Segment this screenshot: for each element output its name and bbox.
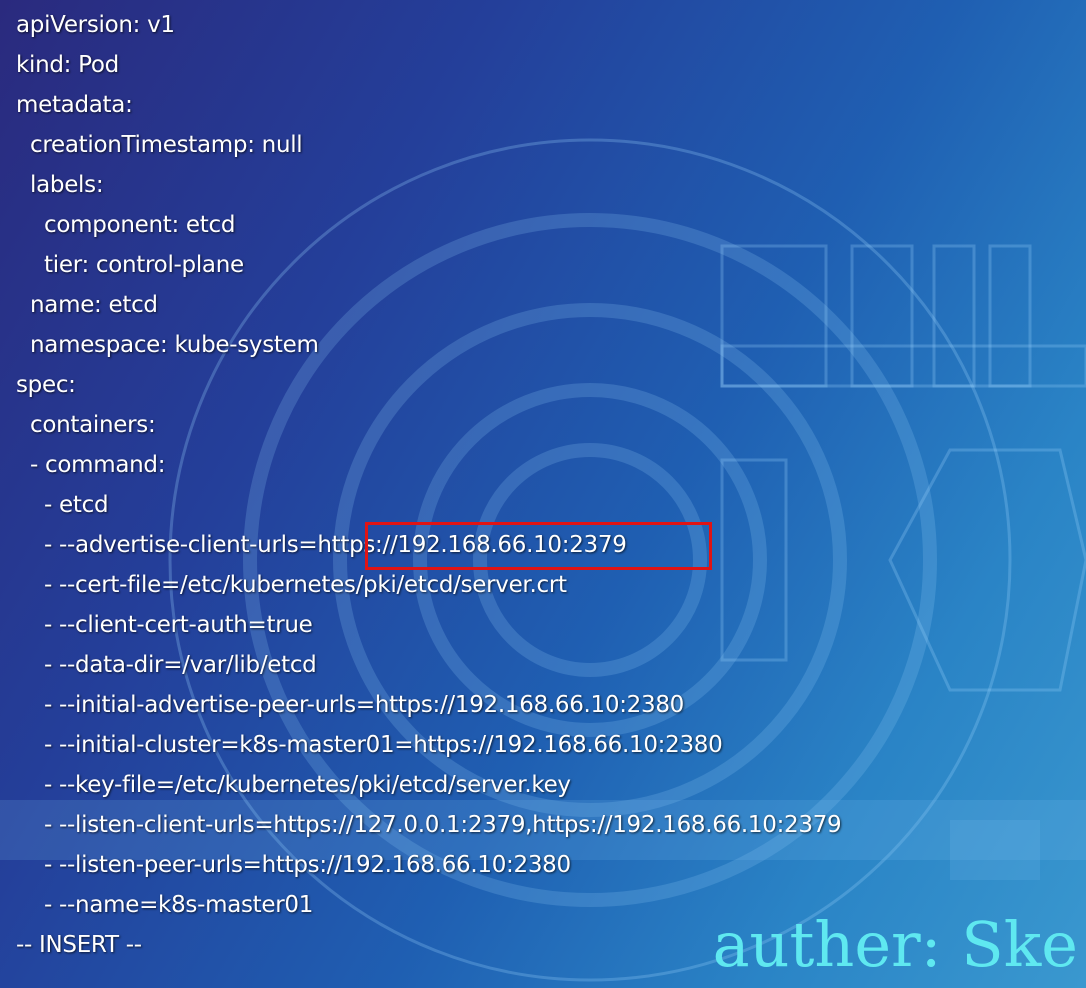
code-line: kind: Pod — [16, 52, 119, 78]
code-line: - --initial-cluster=k8s-master01=https:/… — [16, 732, 723, 758]
code-line: - command: — [16, 452, 166, 478]
code-line: - --data-dir=/var/lib/etcd — [16, 652, 317, 678]
code-line: - --cert-file=/etc/kubernetes/pki/etcd/s… — [16, 572, 567, 598]
code-line: - --client-cert-auth=true — [16, 612, 313, 638]
code-line: namespace: kube-system — [16, 332, 319, 358]
code-line: apiVersion: v1 — [16, 12, 175, 38]
code-line: creationTimestamp: null — [16, 132, 303, 158]
code-line: - --name=k8s-master01 — [16, 892, 314, 918]
code-line: spec: — [16, 372, 76, 398]
code-line: - --initial-advertise-peer-urls=https://… — [16, 692, 685, 718]
code-line: - --key-file=/etc/kubernetes/pki/etcd/se… — [16, 772, 571, 798]
code-line: component: etcd — [16, 212, 236, 238]
vim-editor[interactable]: apiVersion: v1 kind: Pod metadata: creat… — [0, 0, 1086, 988]
code-line: containers: — [16, 412, 156, 438]
code-line: name: etcd — [16, 292, 158, 318]
code-line: tier: control-plane — [16, 252, 244, 278]
code-line: labels: — [16, 172, 104, 198]
code-line: - --listen-client-urls=https://127.0.0.1… — [16, 812, 842, 838]
vim-mode-status: -- INSERT -- — [16, 932, 142, 958]
code-line: metadata: — [16, 92, 133, 118]
code-line: - etcd — [16, 492, 109, 518]
author-watermark: auther: Ske — [712, 908, 1078, 981]
highlight-annotation-box — [365, 522, 712, 570]
code-line: - --listen-peer-urls=https://192.168.66.… — [16, 852, 571, 878]
